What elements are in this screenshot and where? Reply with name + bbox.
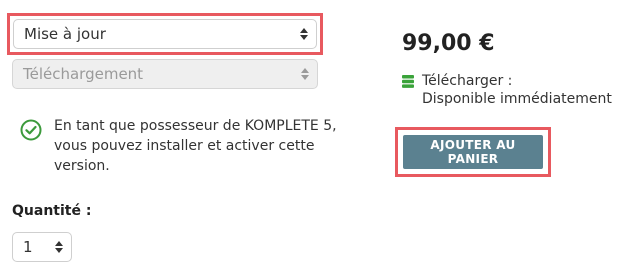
download-availability: Télécharger : Disponible immédiatement (402, 72, 612, 108)
check-circle-icon (20, 119, 42, 141)
select-arrows-icon (300, 28, 308, 40)
quantity-label: Quantité : (12, 203, 92, 219)
download-text: Télécharger : Disponible immédiatement (422, 72, 612, 108)
add-to-cart-button[interactable]: AJOUTER AU PANIER (403, 135, 543, 169)
quantity-select[interactable]: 1 (12, 232, 72, 262)
select-arrows-icon (55, 241, 63, 253)
delivery-type-value: Téléchargement (23, 65, 144, 83)
upgrade-notice-text: En tant que possesseur de KOMPLETE 5, vo… (54, 118, 337, 174)
database-icon (402, 75, 414, 88)
upgrade-notice: En tant que possesseur de KOMPLETE 5, vo… (20, 116, 344, 176)
availability-status: Disponible immédiatement (422, 91, 612, 107)
delivery-type-select[interactable]: Téléchargement (12, 59, 318, 89)
license-type-select[interactable]: Mise à jour (13, 19, 317, 49)
license-type-value: Mise à jour (24, 25, 106, 43)
download-label: Télécharger : (422, 73, 513, 89)
product-purchase-panel: Mise à jour Téléchargement En tant que p… (0, 0, 630, 276)
quantity-value: 1 (23, 238, 33, 256)
select-arrows-icon (301, 68, 309, 80)
product-price: 99,00 € (402, 31, 495, 56)
